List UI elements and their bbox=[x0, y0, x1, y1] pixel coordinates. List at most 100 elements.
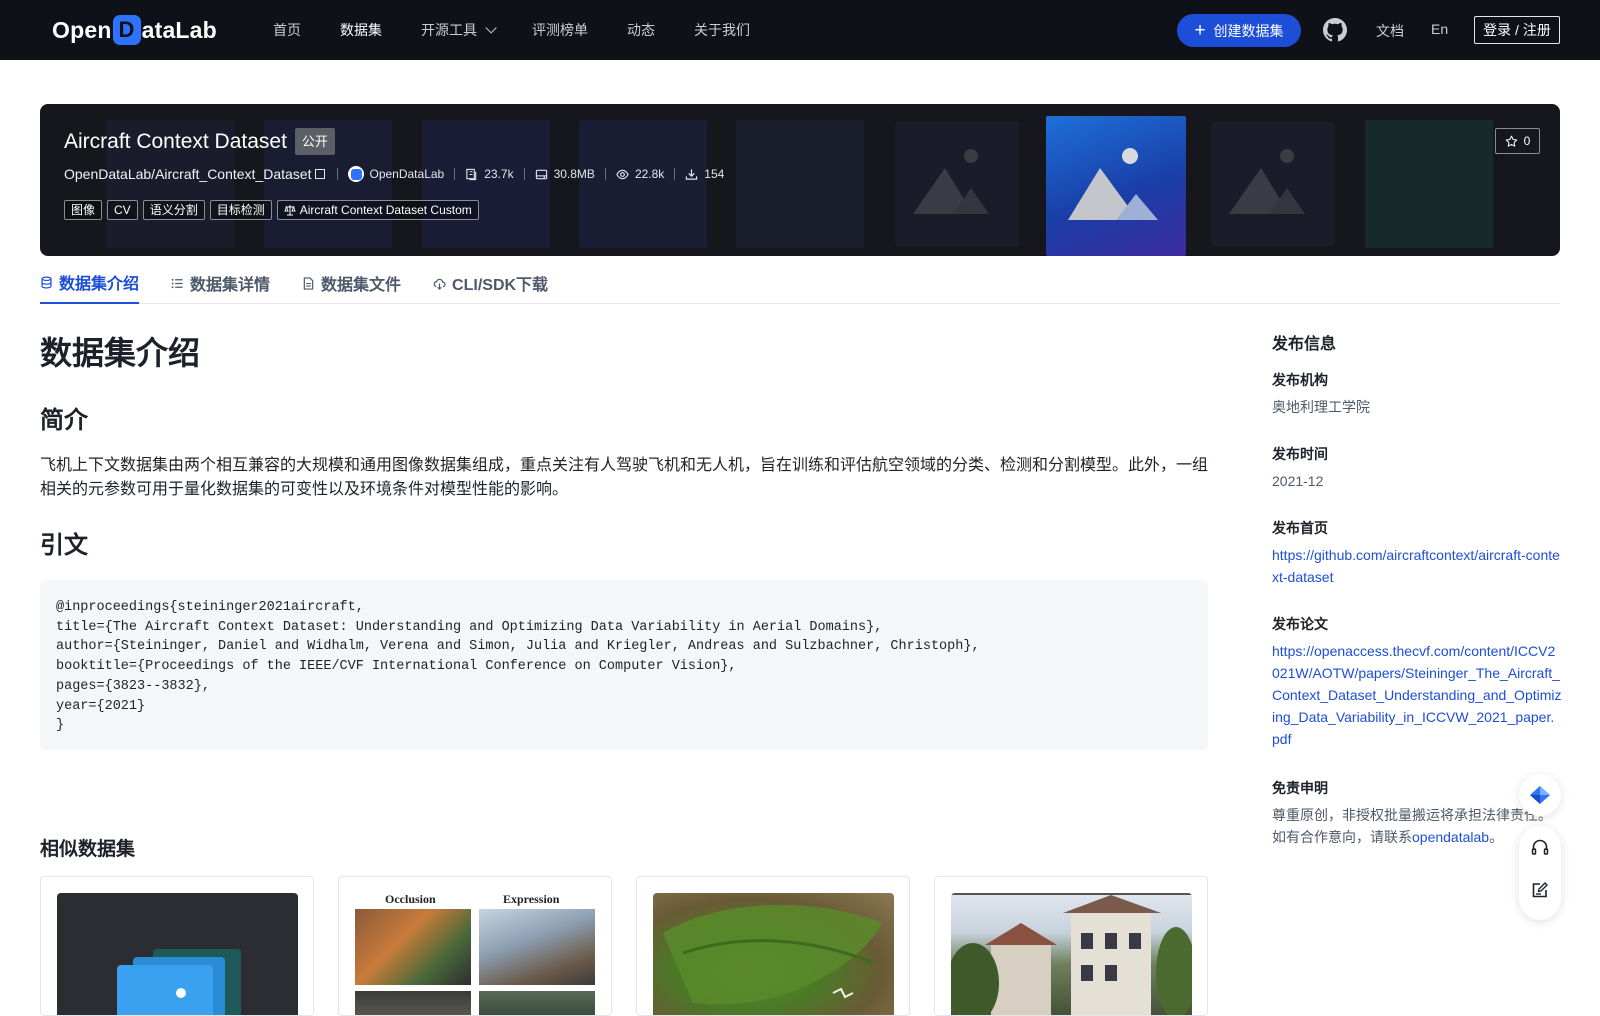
star-button[interactable]: 0 bbox=[1495, 128, 1540, 154]
nav-item-news[interactable]: 动态 bbox=[627, 20, 655, 40]
banner-thumbnail bbox=[1365, 120, 1493, 248]
leaf-photo bbox=[663, 904, 883, 1005]
similar-dataset-card[interactable] bbox=[934, 876, 1208, 1016]
tab-dataset-details[interactable]: 数据集详情 bbox=[171, 262, 270, 304]
banner-thumbnail bbox=[1211, 122, 1335, 246]
files-icon bbox=[466, 168, 477, 180]
tab-dataset-files[interactable]: 数据集文件 bbox=[302, 262, 401, 304]
tab-label: 数据集介绍 bbox=[59, 276, 140, 293]
paper-label: 发布论文 bbox=[1272, 616, 1328, 632]
downloads-value: 154 bbox=[704, 167, 725, 181]
scale-icon bbox=[284, 205, 296, 216]
chevron-down-icon bbox=[485, 22, 497, 34]
disclaimer-text: 尊重原创，非授权批量搬运将承担法律责任。 bbox=[1272, 807, 1552, 823]
tab-cli-sdk-download[interactable]: CLI/SDK下载 bbox=[433, 262, 548, 304]
logo-d-mark: D bbox=[112, 15, 141, 45]
street-photo bbox=[951, 893, 1192, 1015]
tab-label: 数据集详情 bbox=[190, 277, 271, 294]
nav-item-about[interactable]: 关于我们 bbox=[694, 20, 750, 40]
citation-code-block: @inproceedings{steininger2021aircraft, t… bbox=[40, 580, 1208, 750]
tag-semantic-segmentation[interactable]: 语义分割 bbox=[142, 200, 205, 220]
dataset-title: Aircraft Context Dataset bbox=[64, 129, 287, 153]
tab-dataset-intro[interactable]: 数据集介绍 bbox=[40, 262, 140, 304]
size-value: 30.8MB bbox=[553, 167, 595, 181]
assistant-button[interactable] bbox=[1519, 774, 1561, 816]
disclaimer-label: 免责申明 bbox=[1272, 780, 1328, 796]
paper-link[interactable]: https://openaccess.thecvf.com/content/IC… bbox=[1272, 640, 1562, 750]
top-navbar: Open D ataLab 首页 数据集 开源工具 评测榜单 动态 关于我们 +… bbox=[0, 0, 1600, 60]
homepage-label: 发布首页 bbox=[1272, 520, 1328, 536]
similar-dataset-card[interactable]: Occlusion Expression bbox=[338, 876, 612, 1016]
opendatalab-logo[interactable]: Open D ataLab bbox=[52, 14, 217, 46]
card-thumbnail bbox=[57, 893, 298, 1015]
banner-thumbnail bbox=[422, 120, 550, 248]
create-dataset-button[interactable]: + 创建数据集 bbox=[1177, 14, 1301, 47]
copy-icon[interactable] bbox=[315, 169, 326, 179]
dataset-banner: Aircraft Context Dataset 公开 OpenDataLab/… bbox=[40, 104, 1560, 256]
license-tag[interactable]: Aircraft Context Dataset Custom bbox=[276, 200, 479, 220]
thumbnail-photo bbox=[479, 909, 595, 985]
image-placeholder-icon bbox=[1229, 149, 1305, 214]
nav-item-home[interactable]: 首页 bbox=[273, 20, 301, 40]
list-icon bbox=[171, 278, 183, 288]
intro-heading: 简介 bbox=[40, 407, 88, 434]
star-count: 0 bbox=[1523, 134, 1531, 148]
thumbnail-caption: Occlusion bbox=[385, 893, 436, 906]
login-register-button[interactable]: 登录 / 注册 bbox=[1474, 16, 1560, 44]
docs-link[interactable]: 文档 bbox=[1376, 21, 1404, 41]
size-stat: 30.8MB bbox=[535, 167, 595, 181]
file-count-stat: 23.7k bbox=[465, 167, 514, 181]
image-placeholder-icon bbox=[913, 149, 989, 214]
file-count-value: 23.7k bbox=[484, 167, 514, 181]
similar-dataset-card[interactable] bbox=[40, 876, 314, 1016]
tab-label: 数据集文件 bbox=[321, 277, 402, 294]
floating-toolbar bbox=[1519, 774, 1561, 920]
license-label: Aircraft Context Dataset Custom bbox=[299, 203, 472, 217]
nav-item-label: 开源工具 bbox=[421, 22, 477, 38]
nav-item-label: 动态 bbox=[627, 22, 655, 38]
github-icon[interactable] bbox=[1323, 18, 1347, 42]
floating-actions bbox=[1519, 826, 1561, 920]
nav-item-label: 关于我们 bbox=[694, 22, 750, 38]
tag-image[interactable]: 图像 bbox=[64, 200, 103, 220]
divider bbox=[337, 168, 339, 180]
nav-item-leaderboard[interactable]: 评测榜单 bbox=[532, 20, 588, 40]
divider bbox=[454, 168, 456, 180]
file-icon bbox=[303, 276, 314, 290]
nav-item-label: 评测榜单 bbox=[532, 22, 588, 38]
nav-item-open-source-tools[interactable]: 开源工具 bbox=[421, 20, 497, 40]
language-switch[interactable]: En bbox=[1431, 21, 1448, 37]
nav-item-datasets[interactable]: 数据集 bbox=[340, 20, 382, 40]
banner-thumbnail-featured bbox=[1046, 116, 1186, 256]
card-thumbnail: Occlusion Expression bbox=[355, 893, 596, 1015]
divider bbox=[523, 168, 525, 180]
visibility-badge: 公开 bbox=[294, 128, 335, 155]
tag-cv[interactable]: CV bbox=[107, 200, 138, 220]
banner-thumbnail bbox=[579, 120, 707, 248]
nav-item-label: 首页 bbox=[273, 22, 301, 38]
contact-link[interactable]: opendatalab bbox=[1412, 829, 1489, 845]
sidebar-title: 发布信息 bbox=[1272, 336, 1337, 353]
dataset-tags: 图像 CV 语义分割 目标检测 Aircraft Context Dataset… bbox=[64, 200, 484, 220]
publish-info-sidebar: 发布信息 发布机构 奥地利理工学院 发布时间 2021-12 发布首页 http… bbox=[1272, 330, 1562, 845]
citation-text: @inproceedings{steininger2021aircraft, t… bbox=[56, 600, 980, 734]
hard-drive-icon bbox=[535, 169, 547, 179]
banner-thumbnail bbox=[895, 122, 1019, 246]
homepage-link[interactable]: https://github.com/aircraftcontext/aircr… bbox=[1272, 544, 1562, 588]
org-name[interactable]: OpenDataLab bbox=[369, 167, 444, 181]
database-icon bbox=[41, 276, 52, 288]
disclaimer-contact-text: 如有合作意向，请联系 bbox=[1272, 829, 1412, 845]
dataset-placeholder-icon bbox=[117, 949, 241, 1015]
tag-object-detection[interactable]: 目标检测 bbox=[209, 200, 272, 220]
card-thumbnail bbox=[653, 893, 894, 1015]
citation-heading: 引文 bbox=[40, 532, 88, 559]
headset-icon[interactable] bbox=[1530, 838, 1550, 858]
logo-text-atalab: ataLab bbox=[141, 16, 217, 43]
thumbnail-caption: Expression bbox=[503, 893, 560, 906]
similar-dataset-card[interactable] bbox=[636, 876, 910, 1016]
nav-item-label: 数据集 bbox=[340, 22, 382, 38]
dataset-path: OpenDataLab/Aircraft_Context_Dataset bbox=[64, 166, 312, 182]
feedback-edit-icon[interactable] bbox=[1530, 880, 1550, 900]
main-nav: 首页 数据集 开源工具 评测榜单 动态 关于我们 bbox=[273, 0, 789, 60]
publish-date-value: 2021-12 bbox=[1272, 473, 1324, 489]
